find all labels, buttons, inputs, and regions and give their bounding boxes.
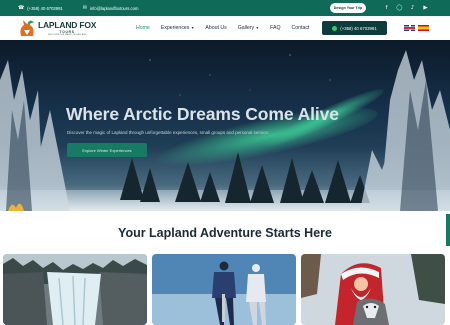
instagram-icon[interactable]: ◯ [395, 3, 404, 13]
top-bar: ☎ (+358) 40 6703991 ✉ info@laplandfoxtou… [0, 0, 450, 16]
hero-banner: Where Arctic Dreams Come Alive Discover … [0, 40, 450, 211]
spain-flag-icon[interactable] [418, 25, 429, 31]
design-your-trip-button[interactable]: Design Your Trip [330, 3, 366, 13]
whatsapp-icon [332, 25, 338, 31]
nav-item-experiences[interactable]: Experiences ▼ [161, 25, 195, 31]
nav-item-contact[interactable]: Contact [292, 25, 310, 31]
hero-title: Where Arctic Dreams Come Alive [66, 104, 339, 124]
nav-item-gallery[interactable]: Gallery ▼ [238, 25, 259, 31]
experience-card-ice-fishing[interactable] [152, 254, 296, 325]
chevron-down-icon: ▼ [190, 26, 195, 30]
brand-tagline: DISCOVER THE MAGIC OF LAPLAND [47, 33, 87, 36]
nav-item-label: FAQ [270, 25, 281, 31]
phone-call-button[interactable]: (+358) 40 6703991 [322, 21, 387, 35]
experience-card-frozen-waterfall[interactable] [3, 254, 147, 325]
phone-icon: ☎ [18, 5, 25, 11]
aurora-forest-image [0, 50, 450, 211]
facebook-icon[interactable]: f [382, 3, 391, 13]
santa-husky-image [301, 254, 445, 325]
ice-fishing-image [152, 254, 296, 325]
nav-item-label: Experiences [160, 25, 190, 31]
topbar-phone[interactable]: ☎ (+358) 40 6703991 [18, 5, 63, 11]
main-navbar: LAPLAND FOX TOURS DISCOVER THE MAGIC OF … [0, 16, 450, 40]
nav-item-label: About Us [205, 25, 227, 31]
logo[interactable]: LAPLAND FOX TOURS DISCOVER THE MAGIC OF … [18, 18, 96, 38]
nav-item-label: Gallery [237, 25, 255, 31]
frozen-waterfall-image [3, 254, 147, 325]
fox-logo-icon [18, 18, 36, 38]
logo-text: LAPLAND FOX TOURS DISCOVER THE MAGIC OF … [38, 19, 97, 36]
nav-links: Home Experiences ▼ About Us Gallery ▼ FA… [136, 16, 320, 40]
chevron-down-icon: ▼ [255, 26, 260, 30]
tiktok-icon[interactable]: ♪ [408, 3, 417, 13]
nav-item-label: Home [136, 25, 150, 31]
nav-item-faq[interactable]: FAQ [270, 25, 280, 31]
nav-item-about[interactable]: About Us [205, 25, 226, 31]
youtube-icon[interactable]: ▶ [421, 3, 430, 13]
nav-item-home[interactable]: Home [136, 25, 150, 31]
topbar-phone-text: (+358) 40 6703991 [27, 5, 63, 11]
section-title: Your Lapland Adventure Starts Here [118, 226, 332, 240]
uk-flag-icon[interactable] [404, 25, 415, 31]
hero-subtitle: Discover the magic of Lapland through un… [67, 130, 270, 135]
experience-card-santa-husky[interactable] [301, 254, 445, 325]
social-links: f ◯ ♪ ▶ [382, 3, 434, 13]
mail-icon: ✉ [82, 5, 87, 11]
nav-item-label: Contact [291, 25, 310, 31]
topbar-email[interactable]: ✉ info@laplandfoxtours.com [83, 5, 139, 11]
phone-call-label: (+358) 40 6703991 [340, 25, 377, 31]
topbar-email-text: info@laplandfoxtours.com [89, 5, 139, 11]
brand-name: LAPLAND FOX [38, 19, 97, 30]
explore-experiences-button[interactable]: Explore Winter Experiences [67, 143, 147, 157]
